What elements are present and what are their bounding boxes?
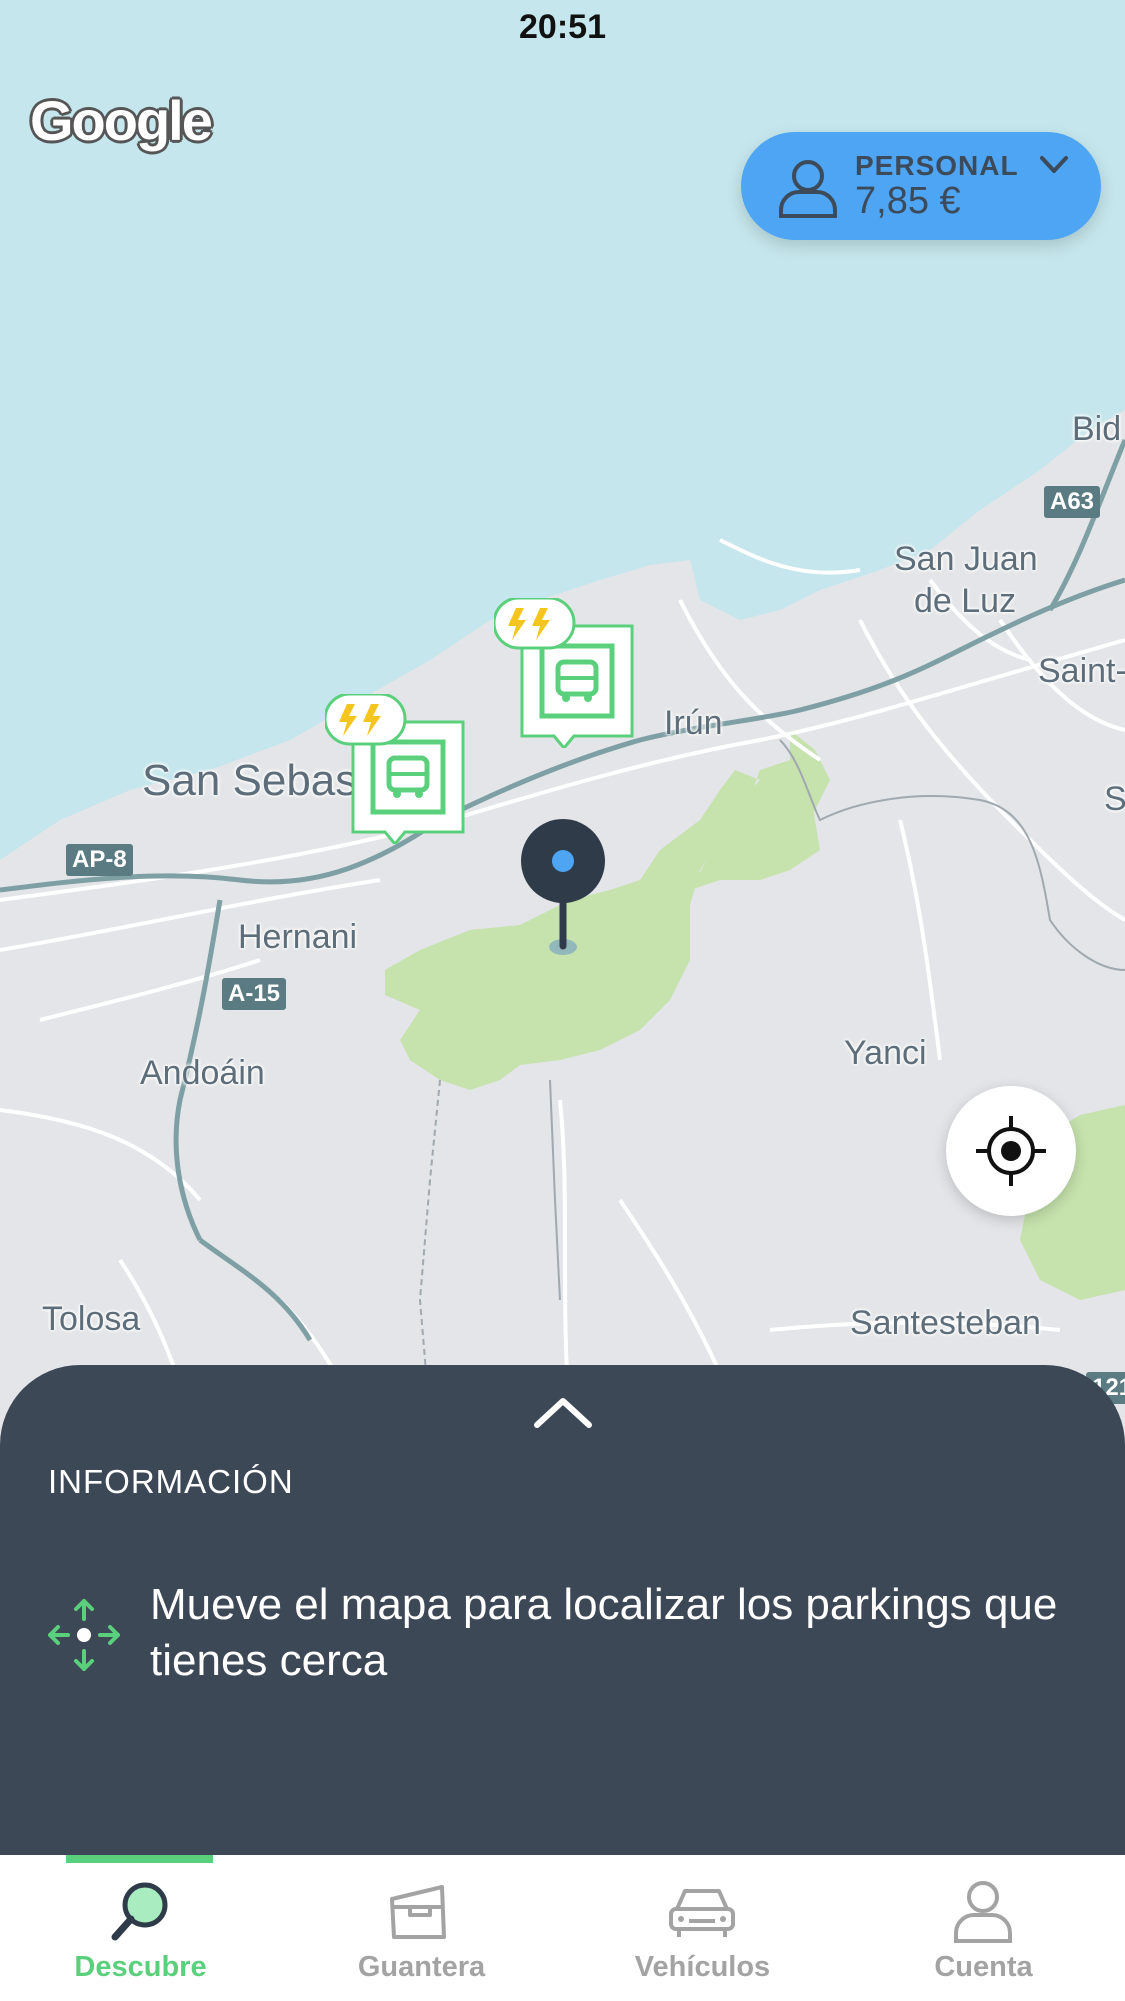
user-icon — [954, 1881, 1012, 1943]
info-sheet[interactable]: INFORMACIÓN Mueve el mapa para localizar… — [0, 1365, 1125, 1855]
tab-label: Descubre — [74, 1951, 207, 1983]
map-label-san-juan: San Juan — [894, 540, 1038, 578]
move-arrows-icon — [48, 1599, 120, 1671]
tab-vehiculos[interactable]: Vehículos — [562, 1855, 843, 2001]
map-label-de-luz: de Luz — [914, 582, 1017, 620]
map-label-andoain: Andoáin — [140, 1054, 265, 1092]
map-label-bidart: Bid — [1072, 410, 1122, 448]
map-label-irun: Irún — [664, 704, 723, 742]
status-bar-time: 20:51 — [519, 8, 606, 46]
road-shield-a63: A63 — [1044, 486, 1101, 518]
car-icon — [669, 1889, 735, 1937]
glovebox-icon — [390, 1885, 446, 1939]
chevron-up-icon[interactable] — [533, 1395, 593, 1431]
active-tab-indicator — [66, 1855, 213, 1863]
tab-label: Vehículos — [634, 1951, 771, 1983]
profile-selector-button[interactable]: PERSONAL 7,85 € — [741, 132, 1101, 240]
map-label-saint: Saint- — [1038, 652, 1125, 690]
road-shield-ap8: AP-8 — [66, 844, 133, 876]
tab-guantera[interactable]: Guantera — [281, 1855, 562, 2001]
pin-icon — [521, 819, 605, 950]
tab-label: Guantera — [357, 1951, 486, 1983]
info-message: Mueve el mapa para localizar los parking… — [150, 1580, 1058, 1685]
chevron-down-icon — [1040, 156, 1068, 173]
locate-me-button[interactable] — [946, 1086, 1076, 1216]
profile-label: PERSONAL — [855, 150, 1019, 181]
parking-marker-graphic — [325, 694, 465, 844]
map-label-yanci: Yanci — [844, 1034, 927, 1072]
tab-label: Cuenta — [934, 1951, 1033, 1983]
map-label-s-edge: S — [1104, 780, 1125, 818]
map-label-tolosa: Tolosa — [42, 1300, 141, 1338]
map-label-hernani: Hernani — [238, 918, 358, 956]
road-shield-a15: A-15 — [222, 978, 287, 1010]
google-logo: Google — [30, 89, 213, 152]
tab-cuenta[interactable]: Cuenta — [843, 1855, 1124, 2001]
balance-amount: 7,85 € — [855, 180, 961, 222]
map-label-santesteban: Santesteban — [850, 1304, 1041, 1342]
parking-marker-graphic — [494, 598, 634, 748]
info-sheet-title: INFORMACIÓN — [48, 1463, 294, 1500]
bottom-tab-bar: Descubre Guantera Vehículos Cuenta — [0, 1855, 1125, 2001]
crosshair-icon — [976, 1116, 1046, 1186]
search-icon — [111, 1882, 168, 1941]
tab-descubre[interactable]: Descubre — [0, 1855, 281, 2001]
user-icon — [779, 160, 837, 218]
